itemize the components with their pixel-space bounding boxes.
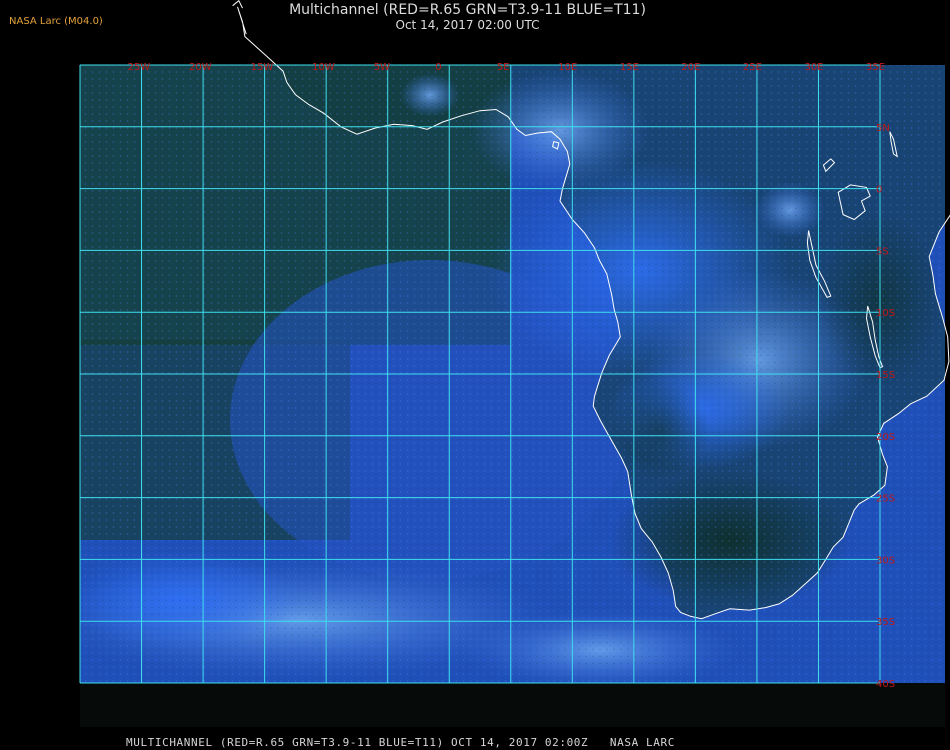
latitude-label: 40S bbox=[876, 679, 895, 690]
footer-caption: MULTICHANNEL (RED=R.65 GRN=T3.9-11 BLUE=… bbox=[126, 736, 675, 749]
longitude-label: 5E bbox=[497, 62, 510, 73]
latitude-label: 35S bbox=[876, 617, 895, 628]
frame-padding bbox=[80, 683, 945, 727]
longitude-label: 10W bbox=[312, 62, 335, 73]
longitude-label: 30E bbox=[804, 62, 823, 73]
longitude-label: 20W bbox=[189, 62, 212, 73]
longitude-label: 10E bbox=[558, 62, 577, 73]
satellite-map[interactable]: 25W 20W 15W 10W 5W 0 5E 10E 15E 20E 25E 30E 35E 5N 0 5… bbox=[0, 0, 950, 750]
longitude-label: 5W bbox=[374, 62, 390, 73]
longitude-label: 15E bbox=[620, 62, 639, 73]
latitude-label: 20S bbox=[876, 432, 895, 443]
latitude-label: 15S bbox=[876, 370, 895, 381]
latitude-label: 25S bbox=[876, 494, 895, 505]
longitude-label: 0 bbox=[435, 62, 441, 73]
latitude-label: 10S bbox=[876, 308, 895, 319]
longitude-label: 15W bbox=[251, 62, 274, 73]
latitude-label: 5S bbox=[876, 246, 889, 257]
latitude-label: 30S bbox=[876, 555, 895, 566]
longitude-label: 35E bbox=[866, 62, 885, 73]
longitude-label: 25W bbox=[128, 62, 151, 73]
longitude-label: 25E bbox=[743, 62, 762, 73]
latitude-label: 5N bbox=[876, 123, 890, 134]
longitude-label: 20E bbox=[681, 62, 700, 73]
latitude-label: 0 bbox=[876, 185, 882, 196]
